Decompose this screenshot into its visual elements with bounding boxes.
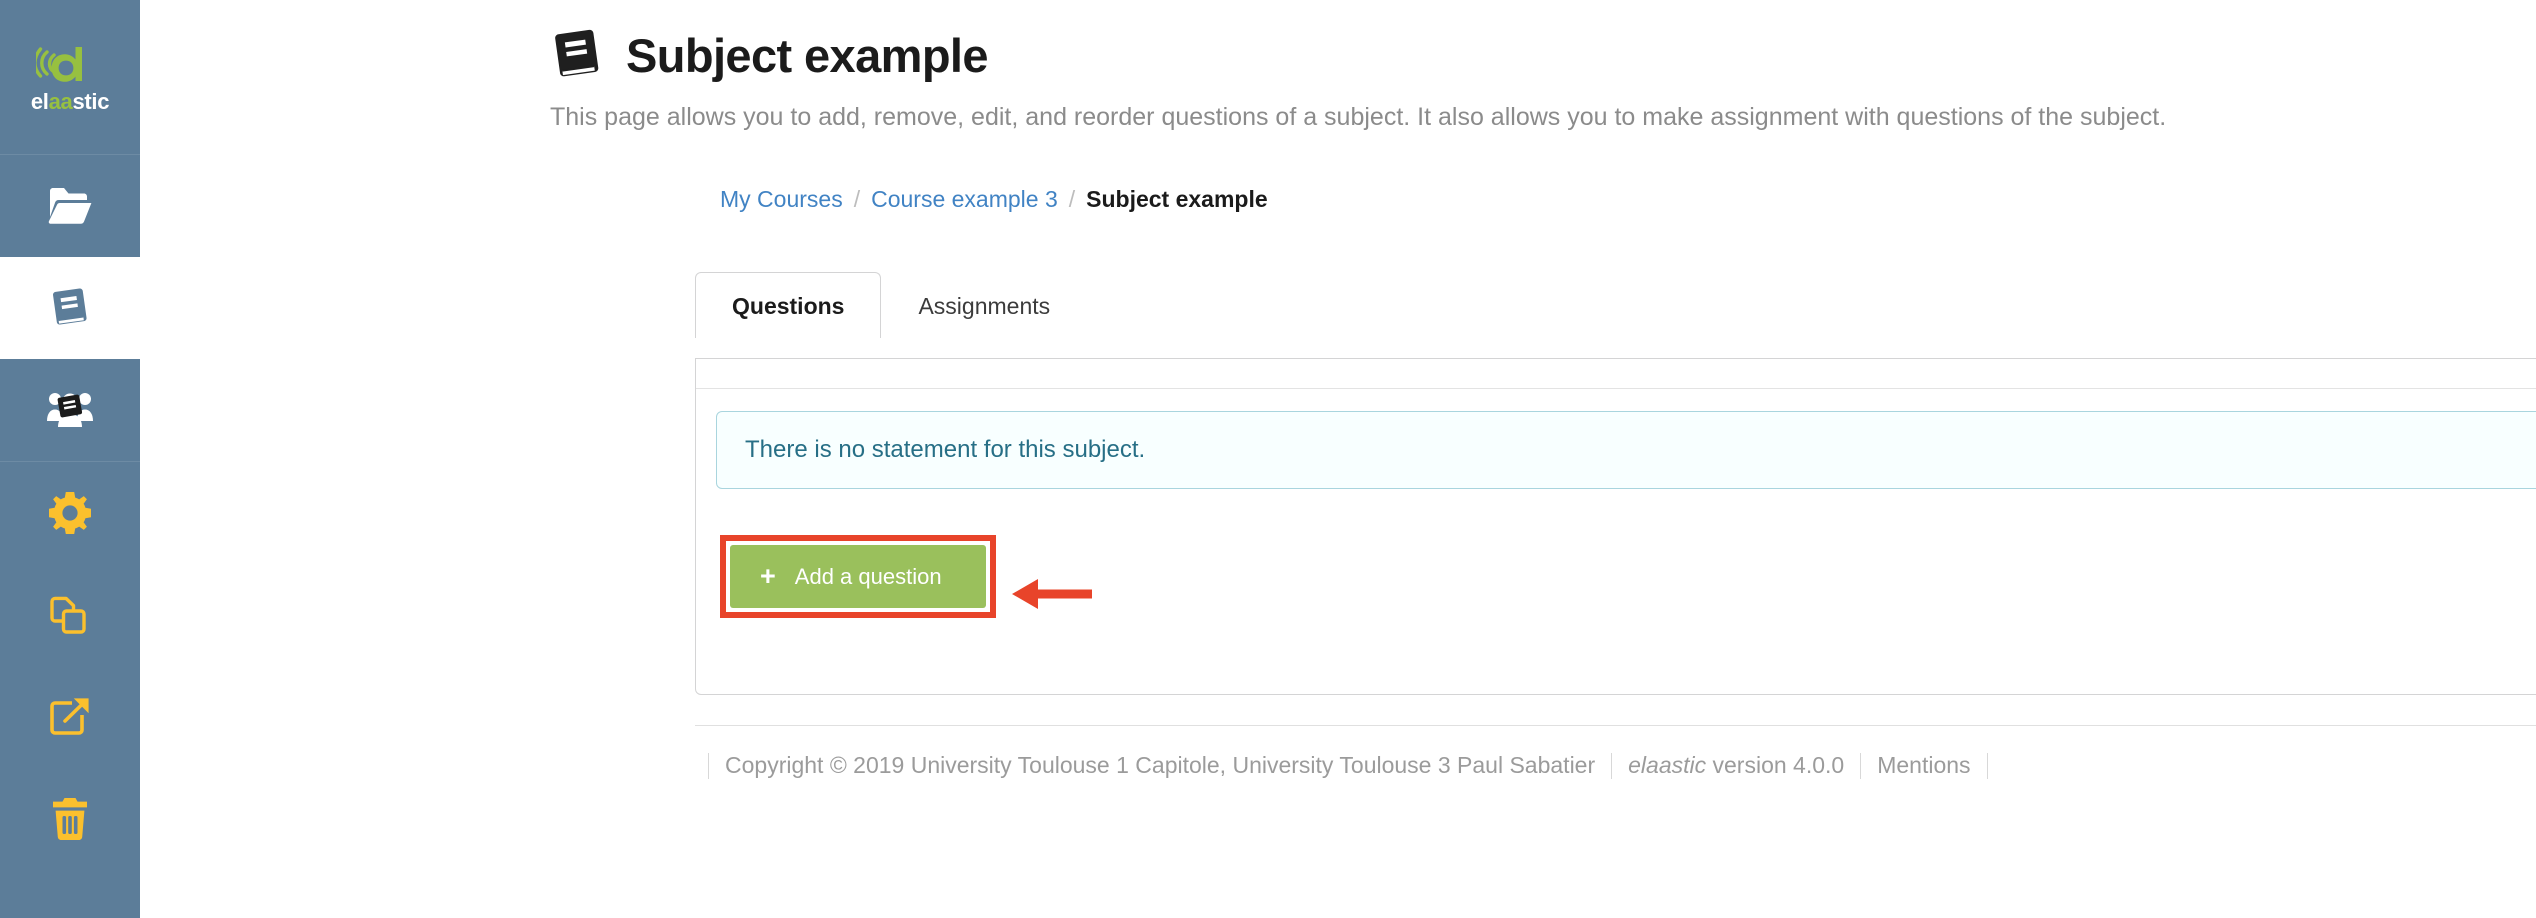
footer-copyright: Copyright © 2019 University Toulouse 1 C… (725, 752, 1596, 778)
footer-separator (708, 752, 709, 779)
trash-icon (51, 798, 89, 840)
sidebar-item-subjects[interactable] (0, 257, 140, 359)
breadcrumb-separator: / (1068, 186, 1076, 212)
page-title-row: Subject example (550, 20, 2510, 90)
page-title: Subject example (626, 28, 989, 82)
main-content: Subject example This page allows you to … (140, 0, 2536, 918)
footer-brand: elaastic (1628, 752, 1707, 778)
plus-icon: + (760, 561, 776, 591)
panel-body: There is no statement for this subject. … (696, 389, 2536, 618)
annotation-highlight-box: + Add a question (720, 535, 996, 618)
tab-assignments[interactable]: Assignments (881, 272, 1087, 338)
application-window: elaastic Subject example This page allow… (0, 0, 2536, 918)
book-icon (49, 287, 91, 329)
footer-separator (1986, 752, 1988, 779)
sidebar-item-shared-subjects[interactable] (0, 359, 140, 461)
sidebar: elaastic (0, 0, 140, 918)
external-link-icon (49, 696, 91, 738)
page-header: Subject example This page allows you to … (550, 20, 2510, 133)
no-statement-alert: There is no statement for this subject. (716, 411, 2536, 489)
footer: Copyright © 2019 University Toulouse 1 C… (692, 752, 2004, 779)
footer-separator (1860, 752, 1862, 779)
sidebar-item-delete[interactable] (0, 768, 140, 870)
add-a-question-button[interactable]: + Add a question (730, 545, 986, 608)
panel-top-strip (696, 359, 2536, 389)
users-book-icon (46, 390, 94, 430)
breadcrumb: My Courses / Course example 3 / Subject … (720, 186, 1268, 213)
logo-wordmark: elaastic (30, 89, 110, 114)
sidebar-nav-primary (0, 155, 140, 462)
tab-bar: Questions Assignments (695, 272, 1087, 340)
logo-word-part-3: stic (72, 89, 110, 114)
tab-questions[interactable]: Questions (695, 272, 882, 340)
footer-version: version 4.0.0 (1712, 752, 1845, 778)
elaastic-logo-icon (36, 41, 104, 89)
add-a-question-label: Add a question (794, 563, 942, 589)
book-icon (550, 28, 604, 82)
folder-open-icon (48, 187, 92, 225)
sidebar-item-courses[interactable] (0, 155, 140, 257)
sidebar-item-duplicate[interactable] (0, 564, 140, 666)
panel-actions: + Add a question (716, 489, 2536, 618)
tab-panel-questions: There is no statement for this subject. … (695, 358, 2536, 695)
footer-mentions-link[interactable]: Mentions (1877, 752, 1970, 779)
app-logo[interactable]: elaastic (0, 0, 140, 155)
breadcrumb-item-subject-example: Subject example (1086, 186, 1268, 212)
copy-icon (49, 594, 91, 636)
sidebar-item-share[interactable] (0, 666, 140, 768)
gear-icon (49, 492, 91, 534)
page-description: This page allows you to add, remove, edi… (550, 103, 2167, 131)
logo-word-part-1: el (30, 89, 49, 114)
sidebar-item-settings[interactable] (0, 462, 140, 564)
footer-separator (1611, 752, 1613, 779)
breadcrumb-item-course-example-3[interactable]: Course example 3 (871, 186, 1058, 213)
breadcrumb-item-my-courses[interactable]: My Courses (720, 186, 843, 213)
footer-divider (695, 725, 2536, 726)
breadcrumb-separator: / (853, 186, 861, 212)
logo-word-part-2: aa (48, 89, 73, 114)
sidebar-nav-actions (0, 462, 140, 870)
